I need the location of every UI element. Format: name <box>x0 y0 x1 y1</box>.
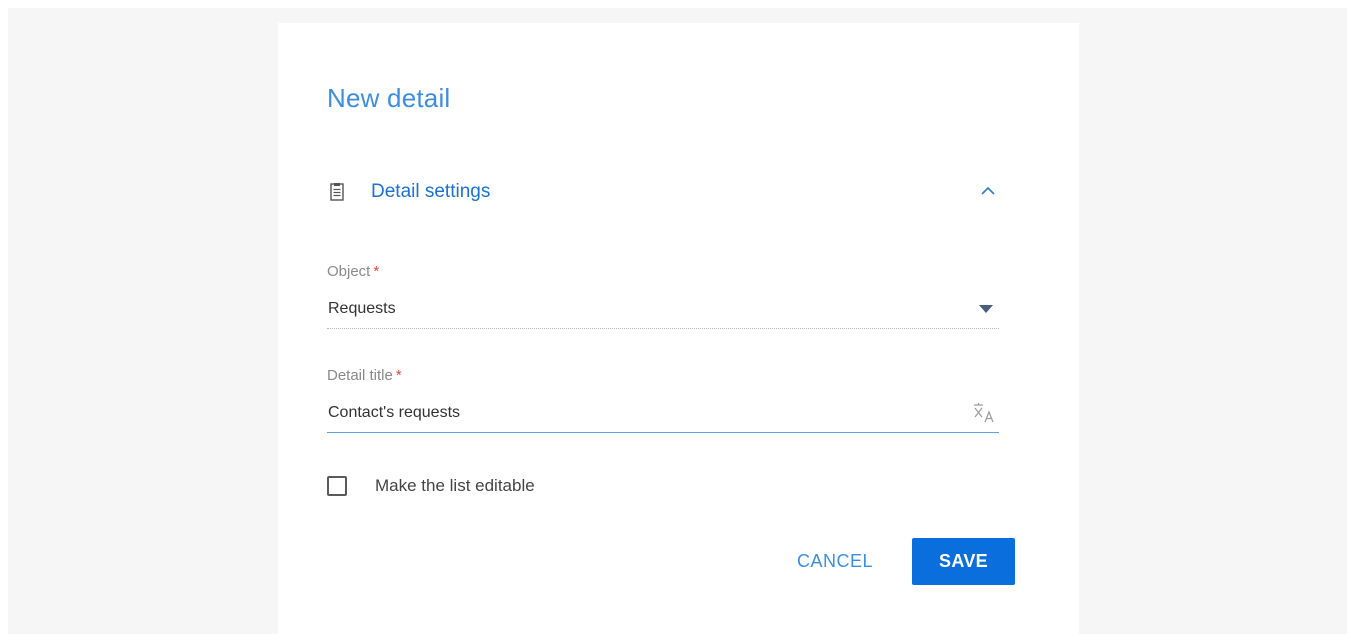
object-field-label: Object * <box>327 263 380 280</box>
chevron-up-icon[interactable] <box>977 180 999 202</box>
translate-icon[interactable] <box>971 401 997 425</box>
editable-list-checkbox[interactable] <box>327 476 347 496</box>
detail-settings-section-header[interactable]: Detail settings <box>327 176 999 208</box>
editable-list-checkbox-label[interactable]: Make the list editable <box>375 476 535 496</box>
detail-title-field: Detail title * Contact's requests <box>327 367 999 433</box>
editable-list-option: Make the list editable <box>327 476 535 496</box>
object-select[interactable]: Requests <box>327 290 999 329</box>
dropdown-arrow-icon[interactable] <box>979 305 993 313</box>
document-icon <box>330 183 344 201</box>
dialog-title: New detail <box>327 83 451 113</box>
required-marker: * <box>373 263 380 280</box>
object-select-value: Requests <box>328 300 396 317</box>
new-detail-dialog: New detail Detail settings Object * Reque… <box>278 23 1079 634</box>
section-title: Detail settings <box>371 181 491 202</box>
save-button[interactable]: SAVE <box>912 538 1015 585</box>
detail-title-input[interactable]: Contact's requests <box>327 394 999 433</box>
cancel-button[interactable]: CANCEL <box>783 541 887 581</box>
object-field: Object * Requests <box>327 263 999 329</box>
detail-title-field-label: Detail title * <box>327 367 402 384</box>
detail-title-input-value: Contact's requests <box>328 404 461 421</box>
required-marker: * <box>395 367 402 384</box>
